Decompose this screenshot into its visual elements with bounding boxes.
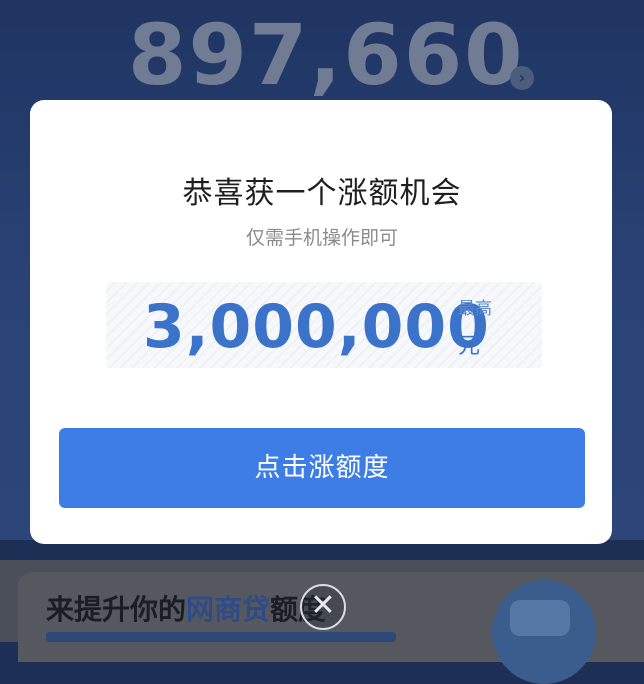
promo-prefix: 来提升你的	[46, 593, 187, 626]
background-promo-text: 来提升你的网商贷额度	[46, 588, 326, 628]
background-balance: 897,660	[128, 6, 525, 104]
raise-limit-button[interactable]: 点击涨额度	[59, 428, 585, 508]
background-badge-inner	[510, 600, 570, 636]
background-subtext-bar	[46, 632, 396, 642]
modal-subtitle: 仅需手机操作即可	[245, 227, 398, 249]
amount-value: 3,000,000	[143, 292, 490, 362]
amount-unit: 元	[458, 334, 481, 359]
modal-title: 恭喜获一个涨额机会	[182, 176, 462, 211]
promo-highlight: 网商贷	[186, 593, 271, 626]
chevron-right-icon: ›	[510, 66, 534, 90]
amount-max-label: 最高	[458, 299, 492, 319]
close-icon[interactable]: ✕	[300, 584, 346, 630]
